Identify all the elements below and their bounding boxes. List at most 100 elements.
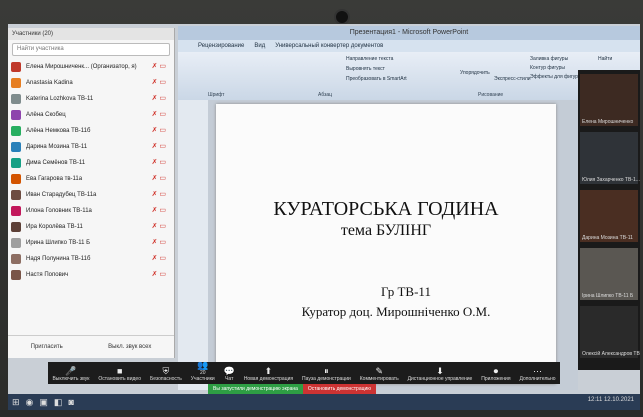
slide-curator: Куратор доц. Мирошніченко О.М.	[301, 304, 491, 319]
participant-row[interactable]: Надя Полунина ТВ-11б ✗ ▭	[8, 251, 174, 267]
invite-button[interactable]: Пригласить	[31, 344, 63, 350]
muted-mic-icon[interactable]: ✗ ▭	[152, 75, 166, 91]
tab-review[interactable]: Рецензирование	[198, 43, 244, 49]
participant-name: Алёна Скобец	[26, 112, 66, 118]
toolbar-button[interactable]: ✎ Комментировать	[360, 366, 399, 382]
avatar	[11, 222, 21, 232]
muted-mic-icon[interactable]: ✗ ▭	[152, 203, 166, 219]
toolbar-icon: ⏸	[324, 366, 329, 376]
ribbon-find[interactable]: Найти	[598, 56, 612, 62]
ribbon-quick-styles[interactable]: Экспресс-стили	[494, 76, 531, 82]
muted-mic-icon[interactable]: ✗ ▭	[152, 107, 166, 123]
toolbar-icon: 🎤	[65, 366, 77, 376]
video-tile[interactable]: Елена Мирошниченко	[580, 74, 638, 126]
muted-mic-icon[interactable]: ✗ ▭	[152, 155, 166, 171]
video-participant-name: Дарина Мозина ТВ-11	[582, 235, 633, 241]
ribbon-smartart[interactable]: Преобразовать в SmartArt	[346, 76, 407, 82]
muted-mic-icon[interactable]: ✗ ▭	[152, 267, 166, 283]
participant-row[interactable]: Ирина Шлипко ТВ-11 Б ✗ ▭	[8, 235, 174, 251]
muted-mic-icon[interactable]: ✗ ▭	[152, 219, 166, 235]
participants-header: Участники (20)	[8, 28, 174, 40]
participant-row[interactable]: Дарина Мозина ТВ-11 ✗ ▭	[8, 139, 174, 155]
participant-row[interactable]: Алёна Немкова ТВ-11б ✗ ▭	[8, 123, 174, 139]
avatar	[11, 142, 21, 152]
folder-icon[interactable]: ▣	[39, 397, 48, 408]
avatar	[11, 254, 21, 264]
ribbon-shape-fill[interactable]: Заливка фигуры	[530, 56, 568, 62]
toolbar-button[interactable]: ⬆ Новая демонстрация	[244, 366, 293, 382]
muted-mic-icon[interactable]: ✗ ▭	[152, 123, 166, 139]
mute-all-button[interactable]: Выкл. звук всех	[108, 344, 151, 350]
participant-row[interactable]: Настя Попович ✗ ▭	[8, 267, 174, 283]
toolbar-button[interactable]: ⏺ Приложения	[481, 366, 510, 382]
ribbon-shape-effects[interactable]: Эффекты для фигур	[530, 74, 578, 80]
participant-row[interactable]: Ира Королёва ТВ-11 ✗ ▭	[8, 219, 174, 235]
browser-icon[interactable]: ◉	[26, 397, 34, 408]
muted-mic-icon[interactable]: ✗ ▭	[152, 187, 166, 203]
participants-panel: Участники (20) Найти участника Елена Мир…	[8, 28, 175, 358]
participant-row[interactable]: Елена Мирошниченк... (Организатор, я) ✗ ▭	[8, 59, 174, 75]
toolbar-button[interactable]: ⋯ Дополнительно	[520, 366, 556, 382]
participant-search-input[interactable]: Найти участника	[12, 43, 170, 56]
ppt-title-bar: Презентация1 - Microsoft PowerPoint	[178, 26, 640, 40]
avatar	[11, 238, 21, 248]
muted-mic-icon[interactable]: ✗ ▭	[152, 235, 166, 251]
tab-converter[interactable]: Универсальный конвертер документов	[275, 43, 383, 49]
ribbon-text-direction[interactable]: Направление текста	[346, 56, 393, 62]
participant-name: Дарина Мозина ТВ-11	[26, 144, 88, 150]
video-tile[interactable]: Юлия Захарченко ТВ-1...	[580, 132, 640, 184]
ribbon-align-text[interactable]: Выровнять текст	[346, 66, 385, 72]
video-tile[interactable]: Дарина Мозина ТВ-11	[580, 190, 638, 242]
ribbon-arrange[interactable]: Упорядочить	[460, 70, 490, 76]
toolbar-button[interactable]: ⏸ Пауза демонстрации	[302, 366, 351, 382]
participant-row[interactable]: Илона Головник ТВ-11а ✗ ▭	[8, 203, 174, 219]
avatar	[11, 94, 21, 104]
ribbon-group-paragraph: Абзац	[318, 92, 333, 98]
ribbon-group-font: Шрифт	[208, 92, 225, 98]
zoom-toolbar: 🎤 Выключить звук ■ Остановить видео ⛨ Безопас…	[48, 360, 560, 384]
participant-row[interactable]: Алёна Скобец ✗ ▭	[8, 107, 174, 123]
clock: 12:11 12.10.2021	[587, 397, 634, 403]
muted-mic-icon[interactable]: ✗ ▭	[152, 91, 166, 107]
toolbar-label: Выключить звук	[52, 376, 90, 382]
participant-name: Настя Попович	[26, 272, 69, 278]
sharing-banner: Вы запустили демонстрацию экрана Останов…	[208, 384, 438, 394]
video-tile[interactable]: Ірина Шлипко ТВ-11 Б	[580, 248, 638, 300]
muted-mic-icon[interactable]: ✗ ▭	[152, 251, 166, 267]
muted-mic-icon[interactable]: ✗ ▭	[152, 59, 166, 75]
powerpoint-icon[interactable]: ◧	[54, 397, 63, 408]
toolbar-button[interactable]: ⬇ Дистанционное управление	[408, 366, 473, 382]
toolbar-icon: 💬	[223, 366, 235, 376]
slide-title: КУРАТОРСЬКА ГОДИНА	[273, 198, 499, 220]
toolbar-button[interactable]: 💬 Чат	[224, 366, 235, 382]
toolbar-button[interactable]: ■ Остановить видео	[98, 366, 141, 382]
toolbar-label: Участники	[190, 376, 215, 382]
zoom-app-icon[interactable]: ◙	[68, 397, 73, 407]
windows-taskbar: ⊞ ◉ ▣ ◧ ◙ 12:11 12.10.2021	[8, 394, 640, 410]
participant-row[interactable]: Katerina Lozhkova ТВ-11 ✗ ▭	[8, 91, 174, 107]
stop-share-button[interactable]: Остановить демонстрацию	[302, 384, 377, 394]
toolbar-button[interactable]: ⛨ Безопасность	[150, 366, 182, 382]
participant-row[interactable]: Ева Гагарова тв-11а ✗ ▭	[8, 171, 174, 187]
toolbar-button[interactable]: 👥 20 Участники	[191, 360, 215, 382]
avatar	[11, 190, 21, 200]
toolbar-button[interactable]: 🎤 Выключить звук	[52, 366, 89, 382]
participant-name: Алёна Немкова ТВ-11б	[26, 128, 91, 134]
webcam	[334, 9, 350, 25]
video-strip: Елена Мирошниченко Юлия Захарченко ТВ-1..…	[578, 70, 640, 370]
video-tile[interactable]: Олексій Александров ТВ-11	[580, 306, 640, 358]
participant-row[interactable]: Anastasia Kadina ✗ ▭	[8, 75, 174, 91]
start-icon[interactable]: ⊞	[12, 397, 20, 408]
muted-mic-icon[interactable]: ✗ ▭	[152, 139, 166, 155]
tab-view[interactable]: Вид	[254, 43, 265, 49]
participant-row[interactable]: Иван Старадубец ТВ-11а ✗ ▭	[8, 187, 174, 203]
ribbon-shape-outline[interactable]: Контур фигуры	[530, 65, 565, 71]
participant-name: Елена Мирошниченк... (Организатор, я)	[26, 64, 137, 70]
participant-row[interactable]: Дима Семёнов ТВ-11 ✗ ▭	[8, 155, 174, 171]
participant-list: Елена Мирошниченк... (Организатор, я) ✗ ▭…	[8, 59, 174, 283]
slide[interactable]: КУРАТОРСЬКА ГОДИНА тема БУЛІНГ Гр ТВ-11 …	[216, 104, 556, 384]
participant-name: Ирина Шлипко ТВ-11 Б	[26, 240, 91, 246]
toolbar-label: Дистанционное управление	[407, 376, 473, 382]
toolbar-label: Приложения	[481, 376, 511, 382]
muted-mic-icon[interactable]: ✗ ▭	[152, 171, 166, 187]
